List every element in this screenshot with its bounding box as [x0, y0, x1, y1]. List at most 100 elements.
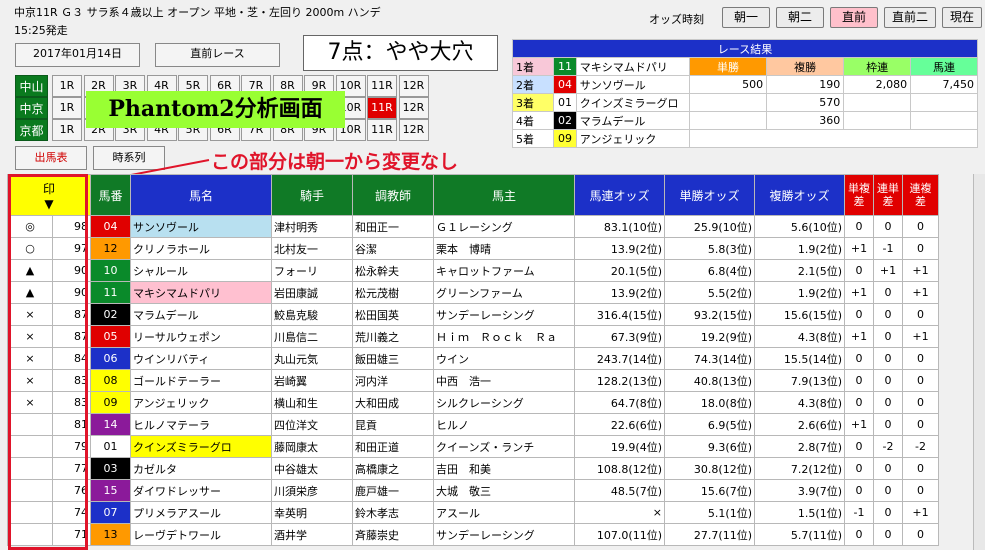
result-name: サンソヴール: [575, 75, 690, 94]
track-label: 中京: [15, 97, 48, 119]
cell-owner: 大城 敬三: [433, 479, 575, 502]
cell-exacta-diff: -2: [873, 435, 903, 458]
cell-owner: ヒルノ: [433, 413, 575, 436]
cell-exacta-diff: 0: [873, 457, 903, 480]
vertical-scrollbar[interactable]: [973, 174, 985, 550]
cell-trainer: 松田国英: [352, 303, 434, 326]
column-header-number[interactable]: 馬番: [90, 174, 131, 216]
annotation-text: この部分は朝一から変更なし: [211, 151, 459, 173]
result-title: レース結果: [512, 39, 978, 58]
cell-quinella-diff: +1: [902, 281, 939, 304]
table-row[interactable]: × 87 05 リーサルウェポン 川島信二 荒川義之 Ｈｉｍ Ｒｏｃｋ Ｒａ 67.3(9位)…: [7, 325, 939, 348]
column-header-exacta-diff[interactable]: 連単差: [873, 174, 903, 216]
column-header-place-odds[interactable]: 複勝オッズ: [754, 174, 845, 216]
odds-morning1-button[interactable]: 朝一: [722, 7, 770, 28]
table-row[interactable]: 79 01 クインズミラーグロ 藤岡康太 和田正道 クイーンズ・ランチ 19.9(4位) 9.…: [7, 435, 939, 458]
odds-final2-button[interactable]: 直前二: [884, 7, 936, 28]
race-button[interactable]: 12R: [398, 97, 429, 119]
table-row[interactable]: × 83 08 ゴールドテーラー 岩崎翼 河内洋 中西 浩一 128.2(13位) 40.8(1…: [7, 369, 939, 392]
cell-place-odds: 1.5(1位): [754, 501, 845, 524]
cell-owner: グリーンファーム: [433, 281, 575, 304]
result-value: [910, 93, 978, 112]
cell-quinella-diff: +1: [902, 325, 939, 348]
result-rank: 5着: [511, 129, 555, 148]
cell-jockey: 川島信二: [271, 325, 353, 348]
cell-jockey: 藤岡康太: [271, 435, 353, 458]
cell-quinella-diff: 0: [902, 347, 939, 370]
cell-number: 14: [90, 413, 131, 436]
column-header-trainer[interactable]: 調教師: [352, 174, 434, 216]
race-button[interactable]: 1R: [52, 75, 82, 97]
race-button[interactable]: 11R: [367, 97, 397, 119]
table-row[interactable]: 81 14 ヒルノマテーラ 四位洋文 昆貢 ヒルノ 22.6(6位) 6.9(5位) 2.6(6…: [7, 413, 939, 436]
cell-exacta-diff: 0: [873, 303, 903, 326]
race-button[interactable]: 12R: [398, 119, 429, 141]
race-button[interactable]: 12R: [398, 75, 429, 97]
table-row[interactable]: × 84 06 ウインリバティ 丸山元気 飯田雄三 ウイン 243.7(14位) 74.3(14…: [7, 347, 939, 370]
odds-final-button[interactable]: 直前: [830, 7, 878, 28]
column-header-quinella-diff[interactable]: 連複差: [902, 174, 939, 216]
table-row[interactable]: × 87 02 マラムデール 鮫島克駿 松田国英 サンデーレーシング 316.4(15位) 93…: [7, 303, 939, 326]
column-header-win-odds[interactable]: 単勝オッズ: [664, 174, 755, 216]
cell-number: 10: [90, 259, 131, 282]
cell-quinella-odds: 13.9(2位): [574, 237, 665, 260]
table-row[interactable]: ▲ 90 10 シャルール フォーリ 松永幹夫 キャロットファーム 20.1(5位) 6.8(4…: [7, 259, 939, 282]
column-header-quinella-odds[interactable]: 馬連オッズ: [574, 174, 665, 216]
cell-trainer: 飯田雄三: [352, 347, 434, 370]
cell-horse-name: ゴールドテーラー: [130, 369, 272, 392]
cell-quinella-diff: 0: [902, 523, 939, 546]
cell-exacta-diff: 0: [873, 523, 903, 546]
cell-quinella-odds: 48.5(7位): [574, 479, 665, 502]
cell-win-odds: 15.6(7位): [664, 479, 755, 502]
cell-horse-name: カゼルタ: [130, 457, 272, 480]
cell-quinella-diff: 0: [902, 391, 939, 414]
race-button[interactable]: 11R: [367, 119, 397, 141]
cell-trainer: 荒川義之: [352, 325, 434, 348]
race-button[interactable]: 11R: [367, 75, 397, 97]
table-row[interactable]: × 83 09 アンジェリック 横山和生 大和田成 シルクレーシング 64.7(8位) 18.0…: [7, 391, 939, 414]
cell-jockey: 岩田康誠: [271, 281, 353, 304]
result-value: [688, 111, 768, 130]
cell-place-odds: 3.9(7位): [754, 479, 845, 502]
date-button[interactable]: 2017年01月14日: [15, 43, 140, 67]
cell-quinella-odds: ×: [574, 501, 665, 524]
cell-win-place-diff: 0: [844, 523, 874, 546]
race-button[interactable]: 1R: [52, 97, 82, 119]
table-row[interactable]: ◎ 98 04 サンソヴール 津村明秀 和田正一 Ｇ１レーシング 83.1(10位) 25.9(…: [7, 215, 939, 238]
cell-owner: ウイン: [433, 347, 575, 370]
odds-morning2-button[interactable]: 朝二: [776, 7, 824, 28]
table-row[interactable]: ▲ 90 11 マキシマムドパリ 岩田康誠 松元茂樹 グリーンファーム 13.9(2位) 5.5…: [7, 281, 939, 304]
cell-win-place-diff: 0: [844, 303, 874, 326]
cell-win-odds: 5.5(2位): [664, 281, 755, 304]
cell-exacta-diff: 0: [873, 391, 903, 414]
cell-number: 11: [90, 281, 131, 304]
column-header-horse[interactable]: 馬名: [130, 174, 272, 216]
cell-jockey: 岩崎翼: [271, 369, 353, 392]
result-header-win: 単勝: [688, 57, 768, 76]
table-row[interactable]: ○ 97 12 クリノラホール 北村友一 谷潔 栗本 博晴 13.9(2位) 5.8(3位) 1.…: [7, 237, 939, 260]
cell-place-odds: 15.6(15位): [754, 303, 845, 326]
race-button[interactable]: 1R: [52, 119, 82, 141]
prev-race-button[interactable]: 直前レース: [155, 43, 280, 67]
table-row[interactable]: 74 07 プリメラアスール 幸英明 鈴木孝志 アスール × 5.1(1位) 1.5(1位) -1…: [7, 501, 939, 524]
track-label: 京都: [15, 119, 48, 141]
column-header-owner[interactable]: 馬主: [433, 174, 575, 216]
cell-exacta-diff: -1: [873, 237, 903, 260]
app-window: { "header":{"line1":"中京11R Ｇ３ サラ系４歳以上 オー…: [0, 0, 985, 550]
cell-owner: 中西 浩一: [433, 369, 575, 392]
table-row[interactable]: 76 15 ダイワドレッサー 川須栄彦 鹿戸雄一 大城 敬三 48.5(7位) 15.6(7位…: [7, 479, 939, 502]
cell-horse-name: リーサルウェポン: [130, 325, 272, 348]
table-row[interactable]: 77 03 カゼルタ 中谷雄太 高橋康之 吉田 和美 108.8(12位) 30.8(12位)…: [7, 457, 939, 480]
cell-place-odds: 5.6(10位): [754, 215, 845, 238]
column-header-jockey[interactable]: 騎手: [271, 174, 353, 216]
cell-horse-name: クリノラホール: [130, 237, 272, 260]
odds-current-button[interactable]: 現在: [942, 7, 982, 28]
cell-quinella-diff: +1: [902, 501, 939, 524]
column-header-win-place-diff[interactable]: 単複差: [844, 174, 874, 216]
cell-quinella-odds: 64.7(8位): [574, 391, 665, 414]
result-value: [843, 111, 912, 130]
result-name: アンジェリック: [575, 129, 690, 148]
table-row[interactable]: 71 13 レーヴデトワール 酒井学 斉藤崇史 サンデーレーシング 107.0(11位) 27…: [7, 523, 939, 546]
cell-place-odds: 5.7(11位): [754, 523, 845, 546]
cell-jockey: 横山和生: [271, 391, 353, 414]
